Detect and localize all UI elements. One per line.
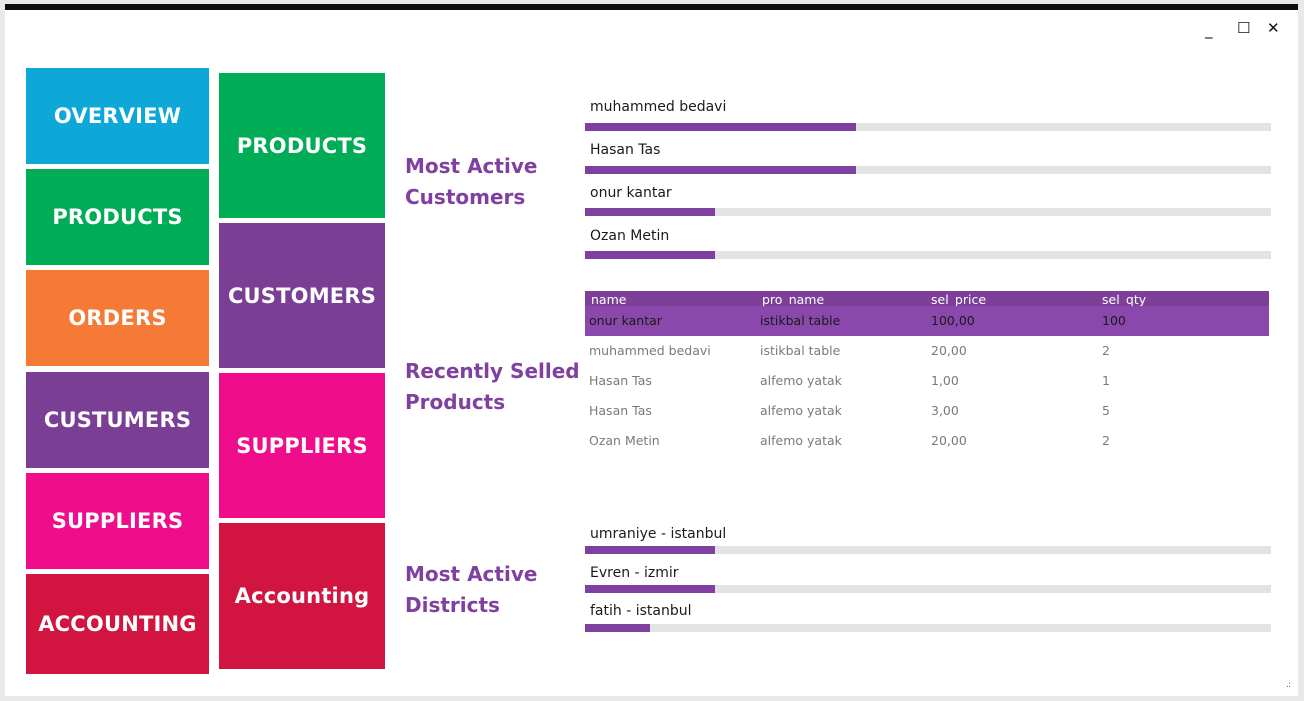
cell-pro-name: alfemo yatak [760,403,842,418]
progress-fill [585,123,856,131]
cell-sel-qty: 2 [1102,433,1110,448]
customer-progress-bar [585,208,1271,216]
tile-accounting-large[interactable]: Accounting [219,523,385,669]
cell-name: Hasan Tas [589,373,652,388]
customer-name: Ozan Metin [590,228,670,244]
district-progress-bar [585,546,1271,554]
tile-label: PRODUCTS [52,205,183,229]
progress-fill [585,585,716,593]
cell-name: muhammed bedavi [589,343,711,358]
section-title-customers: Most Active Customers [405,154,538,209]
customer-progress-bar [585,123,1271,131]
cell-sel-price: 3,00 [931,403,959,418]
customer-progress-bar [585,166,1271,174]
cell-sel-qty: 2 [1102,343,1110,358]
tile-custumers[interactable]: CUSTUMERS [26,372,209,468]
progress-fill [585,624,651,632]
progress-fill [585,251,716,259]
tile-orders[interactable]: ORDERS [26,270,209,366]
tile-label: CUSTOMERS [227,283,377,308]
close-icon[interactable]: ✕ [1267,20,1280,36]
district-progress-bar [585,585,1271,593]
district-name: Evren - izmir [590,565,679,581]
tile-overview[interactable]: OVERVIEW [26,68,209,164]
table-row[interactable]: Hasan Tas alfemo yatak 3,00 5 [585,396,1269,426]
maximize-icon[interactable]: ☐ [1237,20,1250,36]
progress-fill [585,166,856,174]
cell-name: Ozan Metin [589,433,660,448]
tile-label: Accounting [234,584,370,608]
tile-label: PRODUCTS [236,133,368,158]
table-row[interactable]: Ozan Metin alfemo yatak 20,00 2 [585,426,1269,456]
resize-grip-icon[interactable]: .: [1286,680,1291,690]
table-row[interactable]: Hasan Tas alfemo yatak 1,00 1 [585,366,1269,396]
cell-name: Hasan Tas [589,403,652,418]
tile-accounting[interactable]: ACCOUNTING [26,574,209,674]
cell-sel-price: 20,00 [931,433,967,448]
tile-label: ORDERS [68,306,167,330]
tile-suppliers[interactable]: SUPPLIERS [26,473,209,569]
cell-sel-qty: 1 [1102,373,1110,388]
customer-name: muhammed bedavi [590,99,727,115]
cell-sel-qty: 5 [1102,403,1110,418]
cell-sel-price: 1,00 [931,373,959,388]
tile-label: SUPPLIERS [236,433,368,458]
cell-pro-name: istikbal table [760,343,841,358]
customer-progress-bar [585,251,1271,259]
section-title-districts: Most Active Districts [405,562,538,617]
cell-pro-name: istikbal table [760,313,841,328]
district-name: umraniye - istanbul [590,526,727,542]
cell-sel-qty: 100 [1102,313,1126,328]
table-row[interactable]: muhammed bedavi istikbal table 20,00 2 [585,336,1269,366]
district-progress-bar [585,624,1271,632]
progress-fill [585,546,716,554]
cell-name: onur kantar [589,313,662,328]
section-title-products: Recently Selled Products [405,359,580,414]
tile-label: CUSTUMERS [43,408,192,432]
table-row[interactable]: onur kantar istikbal table 100,00 100 [585,306,1269,336]
customer-name: onur kantar [590,185,672,201]
tile-products[interactable]: PRODUCTS [26,169,209,265]
cell-pro-name: alfemo yatak [760,433,842,448]
tile-label: ACCOUNTING [38,612,197,636]
tile-products-large[interactable]: PRODUCTS [219,73,385,218]
tile-label: OVERVIEW [53,104,182,128]
cell-sel-price: 100,00 [931,313,975,328]
tile-label: SUPPLIERS [51,509,184,533]
cell-sel-price: 20,00 [931,343,967,358]
app-window: _ ☐ ✕ OVERVIEW PRODUCTS ORDERS CUSTUMERS… [5,4,1298,696]
district-name: fatih - istanbul [590,603,692,619]
cell-pro-name: alfemo yatak [760,373,842,388]
tile-customers-large[interactable]: CUSTOMERS [219,223,385,368]
tile-suppliers-large[interactable]: SUPPLIERS [219,373,385,518]
sales-table: name pro_name sel_price sel_qty onur kan… [585,291,1269,456]
progress-fill [585,208,716,216]
customer-name: Hasan Tas [590,142,661,158]
minimize-icon[interactable]: _ [1205,22,1213,38]
